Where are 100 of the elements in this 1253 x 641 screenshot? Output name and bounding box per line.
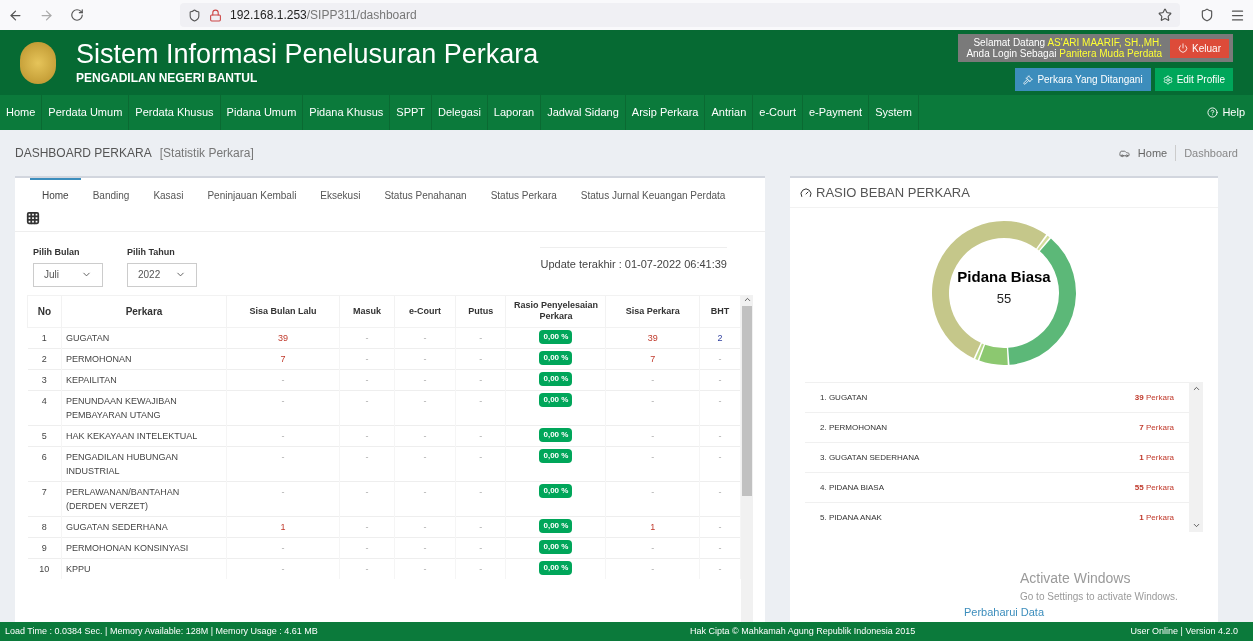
table-cell: 1	[605, 516, 700, 537]
nav-menu-item[interactable]: Perdata Khusus	[129, 95, 221, 130]
ratio-badge: 0,00 %	[539, 350, 573, 365]
table-cell: -	[455, 537, 506, 558]
nav-menu-item[interactable]: System	[869, 95, 919, 130]
column-header: Perkara	[61, 295, 227, 327]
scroll-up-icon[interactable]	[1191, 384, 1201, 393]
column-header: No	[27, 295, 62, 327]
tab[interactable]: Eksekusi	[308, 178, 373, 211]
nav-menu-item[interactable]: Perdata Umum	[42, 95, 130, 130]
table-cell: -	[339, 516, 395, 537]
tab[interactable]: Status Penahanan	[372, 178, 479, 211]
welcome-text: Selamat Datang AS'ARI MAARIF, SH.,MH.	[973, 37, 1163, 48]
nav-menu-item[interactable]: e-Payment	[803, 95, 870, 130]
tab[interactable]: Status Perkara	[478, 178, 569, 211]
table-cell: -	[226, 537, 340, 558]
breadcrumb-link[interactable]: Home	[1137, 144, 1177, 162]
case-count-row[interactable]: 1. GUGATAN 39 Perkara	[805, 382, 1189, 412]
table-cell: PENGADILAN HUBUNGAN INDUSTRIAL	[61, 446, 227, 481]
case-count-row[interactable]: 5. PIDANA ANAK 1 Perkara	[805, 502, 1189, 532]
table-cell: -	[699, 446, 741, 481]
ratio-badge: 0,00 %	[539, 560, 573, 575]
table-cell: -	[605, 537, 700, 558]
table-cell: 2	[27, 348, 62, 369]
dropdown[interactable]: 2022	[127, 262, 197, 287]
case-count: 1 Perkara	[1139, 511, 1174, 524]
back-icon[interactable]	[8, 7, 23, 23]
table-cell: -	[699, 558, 741, 579]
case-count-row[interactable]: 4. PIDANA BIASA 55 Perkara	[805, 472, 1189, 502]
tab[interactable]: Kasasi	[141, 178, 196, 211]
table-cell: 4	[27, 390, 62, 425]
grid-icon[interactable]	[26, 211, 40, 225]
scrollbar[interactable]	[1189, 382, 1203, 532]
table-cell: -	[699, 369, 741, 390]
table-cell: -	[394, 425, 456, 446]
table-cell: -	[605, 425, 700, 446]
breadcrumb-current: Dashboard	[1184, 145, 1238, 161]
nav-menu-item[interactable]: Antrian	[705, 95, 754, 130]
case-count: 7 Perkara	[1139, 421, 1174, 434]
reload-icon[interactable]	[70, 8, 84, 22]
table-cell: -	[339, 425, 395, 446]
nav-menu-item[interactable]: e-Court	[753, 95, 803, 130]
table-cell: -	[605, 446, 700, 481]
nav-menu-item[interactable]: Laporan	[487, 95, 542, 130]
column-header: BHT	[699, 295, 741, 327]
page-subtitle: [Statistik Perkara]	[159, 145, 254, 162]
column-header: Rasio Penyelesaian Perkara	[505, 295, 606, 327]
table-cell: PERMOHONAN	[61, 348, 227, 369]
column-header: e-Court	[394, 295, 456, 327]
tab[interactable]: Banding	[80, 178, 142, 211]
table-cell: 9	[27, 537, 62, 558]
dropdown[interactable]: Juli	[33, 262, 103, 287]
table-cell: 5	[27, 425, 62, 446]
case-type-label: 5. PIDANA ANAK	[820, 511, 882, 524]
table-cell: -	[226, 558, 340, 579]
address-bar[interactable]: 192.168.1.253/SIPP311/dashboard	[180, 3, 1180, 27]
scrollbar[interactable]	[741, 294, 753, 622]
nav-menu-item[interactable]: SPPT	[390, 95, 433, 130]
nav-menu-item[interactable]: Pidana Umum	[220, 95, 304, 130]
tab[interactable]: Status Jurnal Keuangan Perdata	[568, 178, 738, 211]
cases-handled-button[interactable]: Perkara Yang Ditangani	[1015, 68, 1151, 91]
court-name: PENGADILAN NEGERI BANTUL	[76, 69, 259, 87]
table-cell: -	[394, 516, 456, 537]
table-cell: PENUNDAAN KEWAJIBAN PEMBAYARAN UTANG	[61, 390, 227, 425]
nav-menu-item[interactable]: Home	[0, 95, 43, 130]
tab[interactable]: Peninjauan Kembali	[195, 178, 309, 211]
ratio-badge: 0,00 %	[539, 371, 573, 386]
table-cell: -	[455, 425, 506, 446]
logout-button[interactable]: Keluar	[1170, 38, 1229, 58]
scroll-down-icon[interactable]	[1191, 521, 1201, 530]
nav-menu-item[interactable]: Arsip Perkara	[625, 95, 706, 130]
table-cell: -	[455, 390, 506, 425]
nav-menu-item[interactable]: Jadwal Sidang	[541, 95, 626, 130]
column-header: Sisa Bulan Lalu	[226, 295, 340, 327]
refresh-data-link[interactable]: Perbaharui Data	[963, 603, 1045, 620]
case-count-row[interactable]: 2. PERMOHONAN 7 Perkara	[805, 412, 1189, 442]
footer-stats: Load Time : 0.0384 Sec. | Memory Available: 128M | Memory Usage : 4.61 MB	[5, 624, 319, 638]
help-button[interactable]: Help	[1207, 104, 1245, 121]
table-cell: -	[394, 369, 456, 390]
edit-profile-button[interactable]: Edit Profile	[1154, 68, 1233, 91]
table-cell: 6	[27, 446, 62, 481]
table-cell: -	[226, 446, 340, 481]
gavel-icon	[1023, 74, 1034, 85]
card-title: RASIO BEBAN PERKARA	[816, 183, 970, 202]
case-type-label: 3. GUGATAN SEDERHANA	[820, 451, 920, 464]
menu-icon[interactable]	[1230, 7, 1245, 23]
table-cell: -	[699, 481, 741, 516]
chart-center-value: 55	[996, 289, 1012, 308]
filter-label: Pilih Tahun	[127, 246, 176, 259]
table-cell: -	[226, 425, 340, 446]
table-cell: -	[394, 446, 456, 481]
table-cell: -	[339, 369, 395, 390]
nav-menu-item[interactable]: Delegasi	[432, 95, 488, 130]
bookmark-star-icon[interactable]	[1158, 8, 1172, 22]
table-cell: GUGATAN	[61, 327, 227, 348]
table-cell: -	[455, 348, 506, 369]
table-cell: -	[605, 369, 700, 390]
case-count-row[interactable]: 3. GUGATAN SEDERHANA 1 Perkara	[805, 442, 1189, 472]
table-cell: 7	[226, 348, 340, 369]
nav-menu-item[interactable]: Pidana Khusus	[303, 95, 391, 130]
